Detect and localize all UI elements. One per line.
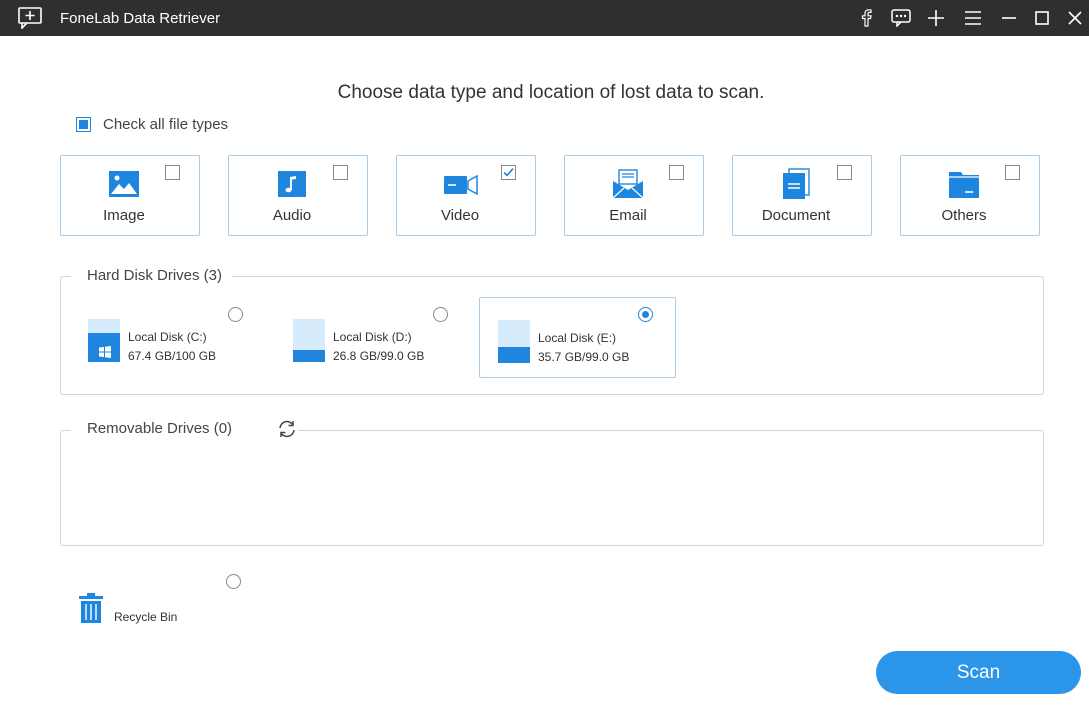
file-type-label: Email xyxy=(609,207,647,224)
others-checkbox[interactable] xyxy=(1005,165,1020,180)
drive-name: Local Disk (D:) xyxy=(333,330,412,344)
removable-drives-label: Removable Drives (0) xyxy=(87,420,233,437)
feedback-icon[interactable] xyxy=(889,6,913,30)
image-checkbox[interactable] xyxy=(165,165,180,180)
file-type-label: Image xyxy=(103,207,145,224)
removable-drives-title: Removable Drives (0) xyxy=(71,420,291,437)
file-type-email[interactable]: Email xyxy=(564,155,704,236)
check-all-checkbox[interactable] xyxy=(76,116,91,132)
file-type-image[interactable]: Image xyxy=(60,155,200,236)
window-title: FoneLab Data Retriever xyxy=(60,10,221,27)
drive-e[interactable]: Local Disk (E:) 35.7 GB/99.0 GB xyxy=(479,297,676,378)
file-type-video[interactable]: Video xyxy=(396,155,536,236)
removable-drives-section xyxy=(60,430,1044,546)
scan-button[interactable]: Scan xyxy=(876,651,1081,694)
file-type-label: Audio xyxy=(272,207,312,224)
check-all-label: Check all file types xyxy=(103,115,229,133)
file-type-audio[interactable]: Audio xyxy=(228,155,368,236)
plus-icon[interactable] xyxy=(924,6,948,30)
title-bar: FoneLab Data Retriever xyxy=(0,0,1089,36)
image-icon xyxy=(108,168,140,200)
recycle-bin-radio[interactable] xyxy=(226,574,241,589)
drive-name: Local Disk (C:) xyxy=(128,330,207,344)
check-all-file-types[interactable]: Check all file types xyxy=(76,115,228,133)
hard-disk-drives-title: Hard Disk Drives (3) xyxy=(71,267,233,284)
file-type-document[interactable]: Document xyxy=(732,155,872,236)
drive-e-radio[interactable] xyxy=(638,307,653,322)
windows-logo-icon xyxy=(99,346,111,358)
video-checkbox[interactable] xyxy=(501,165,516,180)
facebook-icon[interactable] xyxy=(854,6,878,30)
minimize-icon[interactable] xyxy=(997,6,1021,30)
page-heading: Choose data type and location of lost da… xyxy=(337,82,765,103)
envelope-icon xyxy=(612,168,644,200)
menu-icon[interactable] xyxy=(961,6,985,30)
video-camera-icon xyxy=(444,168,478,200)
drive-size: 67.4 GB/100 GB xyxy=(128,349,217,363)
drive-usage-icon xyxy=(293,319,325,362)
document-icon xyxy=(780,168,812,200)
drive-d-radio[interactable] xyxy=(433,307,448,322)
refresh-icon[interactable] xyxy=(276,419,298,439)
drive-size: 35.7 GB/99.0 GB xyxy=(538,350,630,364)
drive-c-radio[interactable] xyxy=(228,307,243,322)
audio-checkbox[interactable] xyxy=(333,165,348,180)
file-type-label: Document xyxy=(761,207,831,224)
drive-usage-icon xyxy=(498,320,530,363)
drive-c[interactable]: Local Disk (C:) 67.4 GB/100 GB xyxy=(69,297,266,378)
trash-icon xyxy=(78,593,104,623)
email-checkbox[interactable] xyxy=(669,165,684,180)
drive-name: Local Disk (E:) xyxy=(538,331,617,345)
file-type-label: Others xyxy=(941,207,987,224)
file-type-label: Video xyxy=(440,207,480,224)
app-logo-icon xyxy=(18,7,44,30)
recycle-bin[interactable]: Recycle Bin xyxy=(78,570,248,630)
document-checkbox[interactable] xyxy=(837,165,852,180)
drive-size: 26.8 GB/99.0 GB xyxy=(333,349,425,363)
drive-usage-icon xyxy=(88,319,120,362)
folder-icon xyxy=(948,168,980,200)
drive-d[interactable]: Local Disk (D:) 26.8 GB/99.0 GB xyxy=(274,297,471,378)
recycle-bin-label: Recycle Bin xyxy=(114,610,178,624)
file-type-others[interactable]: Others xyxy=(900,155,1040,236)
music-note-icon xyxy=(276,168,308,200)
maximize-icon[interactable] xyxy=(1030,6,1054,30)
close-icon[interactable] xyxy=(1063,6,1087,30)
